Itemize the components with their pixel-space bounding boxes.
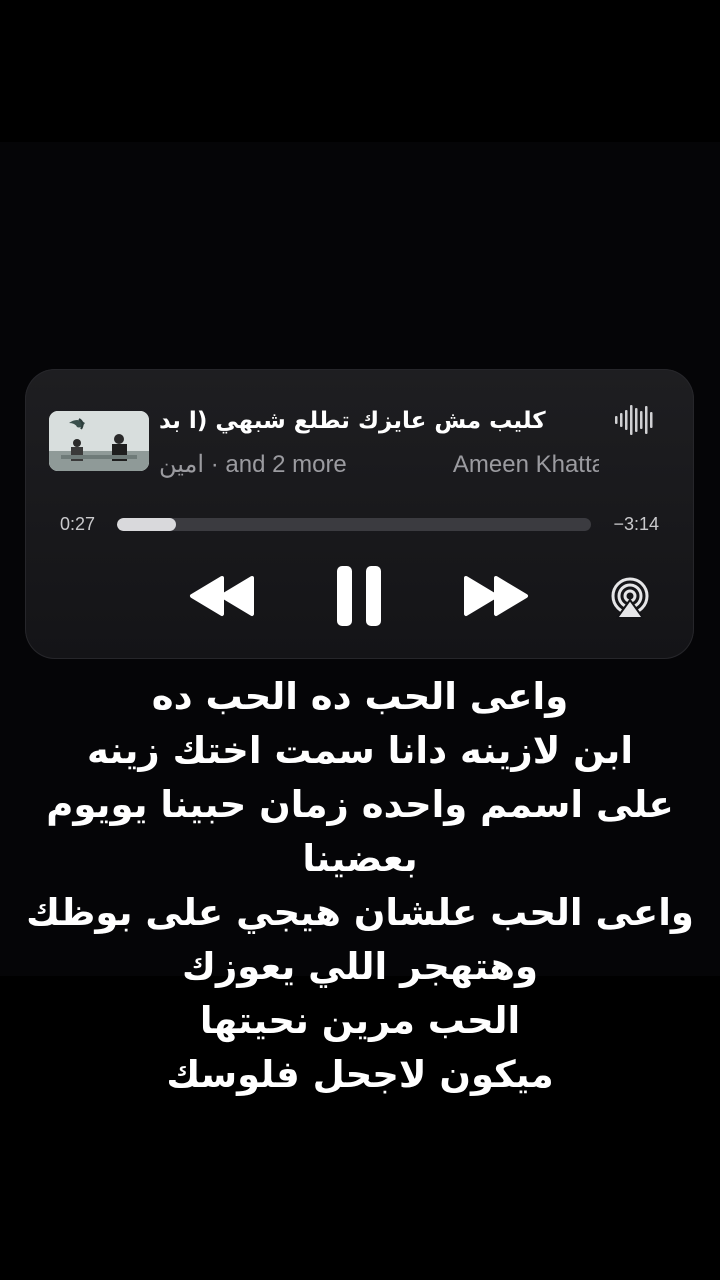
lyric-line: وهتهجر اللي يعوزك [182,945,538,988]
now-playing-widget: كليب مش عايزك تطلع شبهي (ا بد امين · and… [25,369,694,659]
lyric-line: ابن لازينه دانا سمت اختك زينه [86,729,634,772]
lyric-line: على اسمم واحده زمان حبينا يويوم [46,783,674,826]
rewind-icon [190,576,254,616]
remaining-time: −3:14 [613,514,659,534]
album-artwork[interactable] [49,411,149,471]
fast-forward-icon [464,576,528,616]
airplay-button[interactable] [608,576,652,620]
elapsed-time: 0:27 [60,514,96,534]
lyric-line: الحب مرين نحيتها [199,999,521,1042]
track-title-text: كليب مش عايزك تطلع شبهي (ا بد [159,408,546,434]
progress-fill [117,518,177,531]
lyric-line: ميكون لاجحل فلوسك [166,1053,554,1096]
rewind-button[interactable] [188,572,256,620]
pause-button[interactable] [333,564,385,628]
pause-icon [337,566,381,626]
artist-credit: امين · and 2 more [159,451,347,478]
track-artists[interactable]: امين · and 2 more Ameen Khatta [159,449,599,481]
artist-name: Ameen Khatta [452,451,599,478]
fast-forward-button[interactable] [462,572,530,620]
airplay-icon [611,577,649,619]
lyrics-overlay: واعى الحب ده الحب ده ابن لازينه دانا سمت… [20,670,700,1102]
track-title[interactable]: كليب مش عايزك تطلع شبهي (ا بد [159,403,599,439]
progress-bar[interactable] [117,518,591,531]
lyric-line: بعضينا [302,837,418,880]
screen: كليب مش عايزك تطلع شبهي (ا بد امين · and… [0,0,720,1280]
waveform-icon [614,403,654,437]
lyric-line: واعى الحب علشان هيجي على بوظك [26,891,694,934]
lyric-line: واعى الحب ده الحب ده [151,675,569,718]
